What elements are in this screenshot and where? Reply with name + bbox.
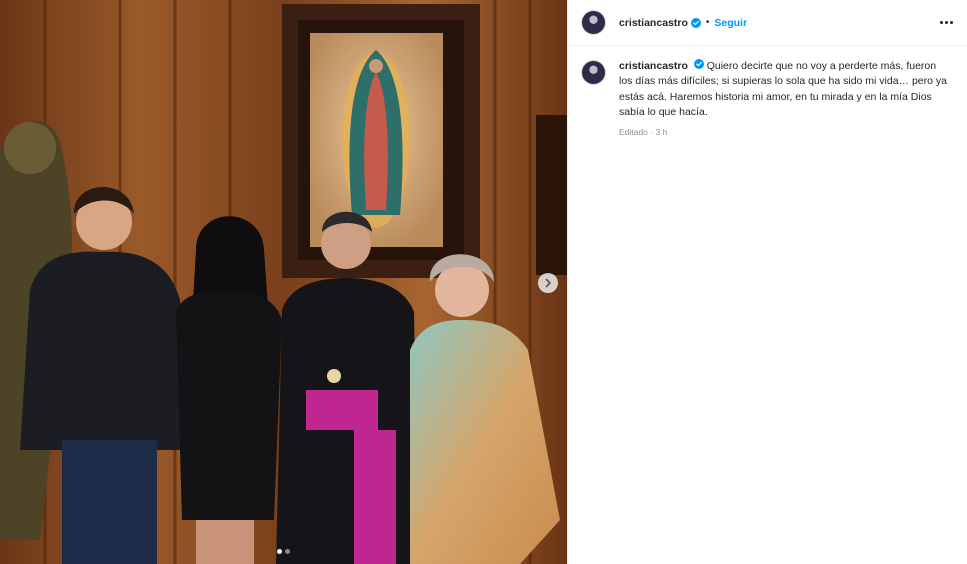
follow-button[interactable]: Seguir: [714, 17, 747, 29]
caption-meta: Editado · 3 h: [619, 125, 949, 140]
avatar[interactable]: [581, 10, 606, 35]
post-header: cristiancastro • Seguir: [568, 0, 967, 46]
edited-label: Editado: [619, 126, 648, 137]
chevron-right-icon: [545, 278, 551, 288]
verified-badge-icon: [693, 59, 704, 69]
caption-comment: cristiancastro Quiero decirte que no voy…: [568, 46, 967, 140]
carousel-next-button[interactable]: [538, 273, 558, 293]
carousel-dot-2: [285, 549, 290, 554]
username-link[interactable]: cristiancastro: [619, 17, 688, 29]
timestamp[interactable]: 3 h: [655, 127, 667, 137]
header-separator: •: [705, 17, 710, 28]
post-photo[interactable]: [0, 0, 567, 564]
post-sidebar: cristiancastro • Seguir cristiancastro Q…: [567, 0, 967, 564]
instagram-post: cristiancastro • Seguir cristiancastro Q…: [0, 0, 967, 564]
meta-separator: ·: [650, 126, 654, 137]
carousel-indicator: [0, 549, 567, 554]
avatar[interactable]: [581, 60, 606, 85]
verified-badge-icon: [690, 17, 701, 28]
more-options-icon[interactable]: [940, 17, 953, 28]
caption-block: cristiancastro Quiero decirte que no voy…: [619, 59, 949, 140]
photo-illustration: [0, 0, 567, 564]
carousel-dot-1: [277, 549, 282, 554]
caption-username-link[interactable]: cristiancastro: [619, 60, 688, 72]
